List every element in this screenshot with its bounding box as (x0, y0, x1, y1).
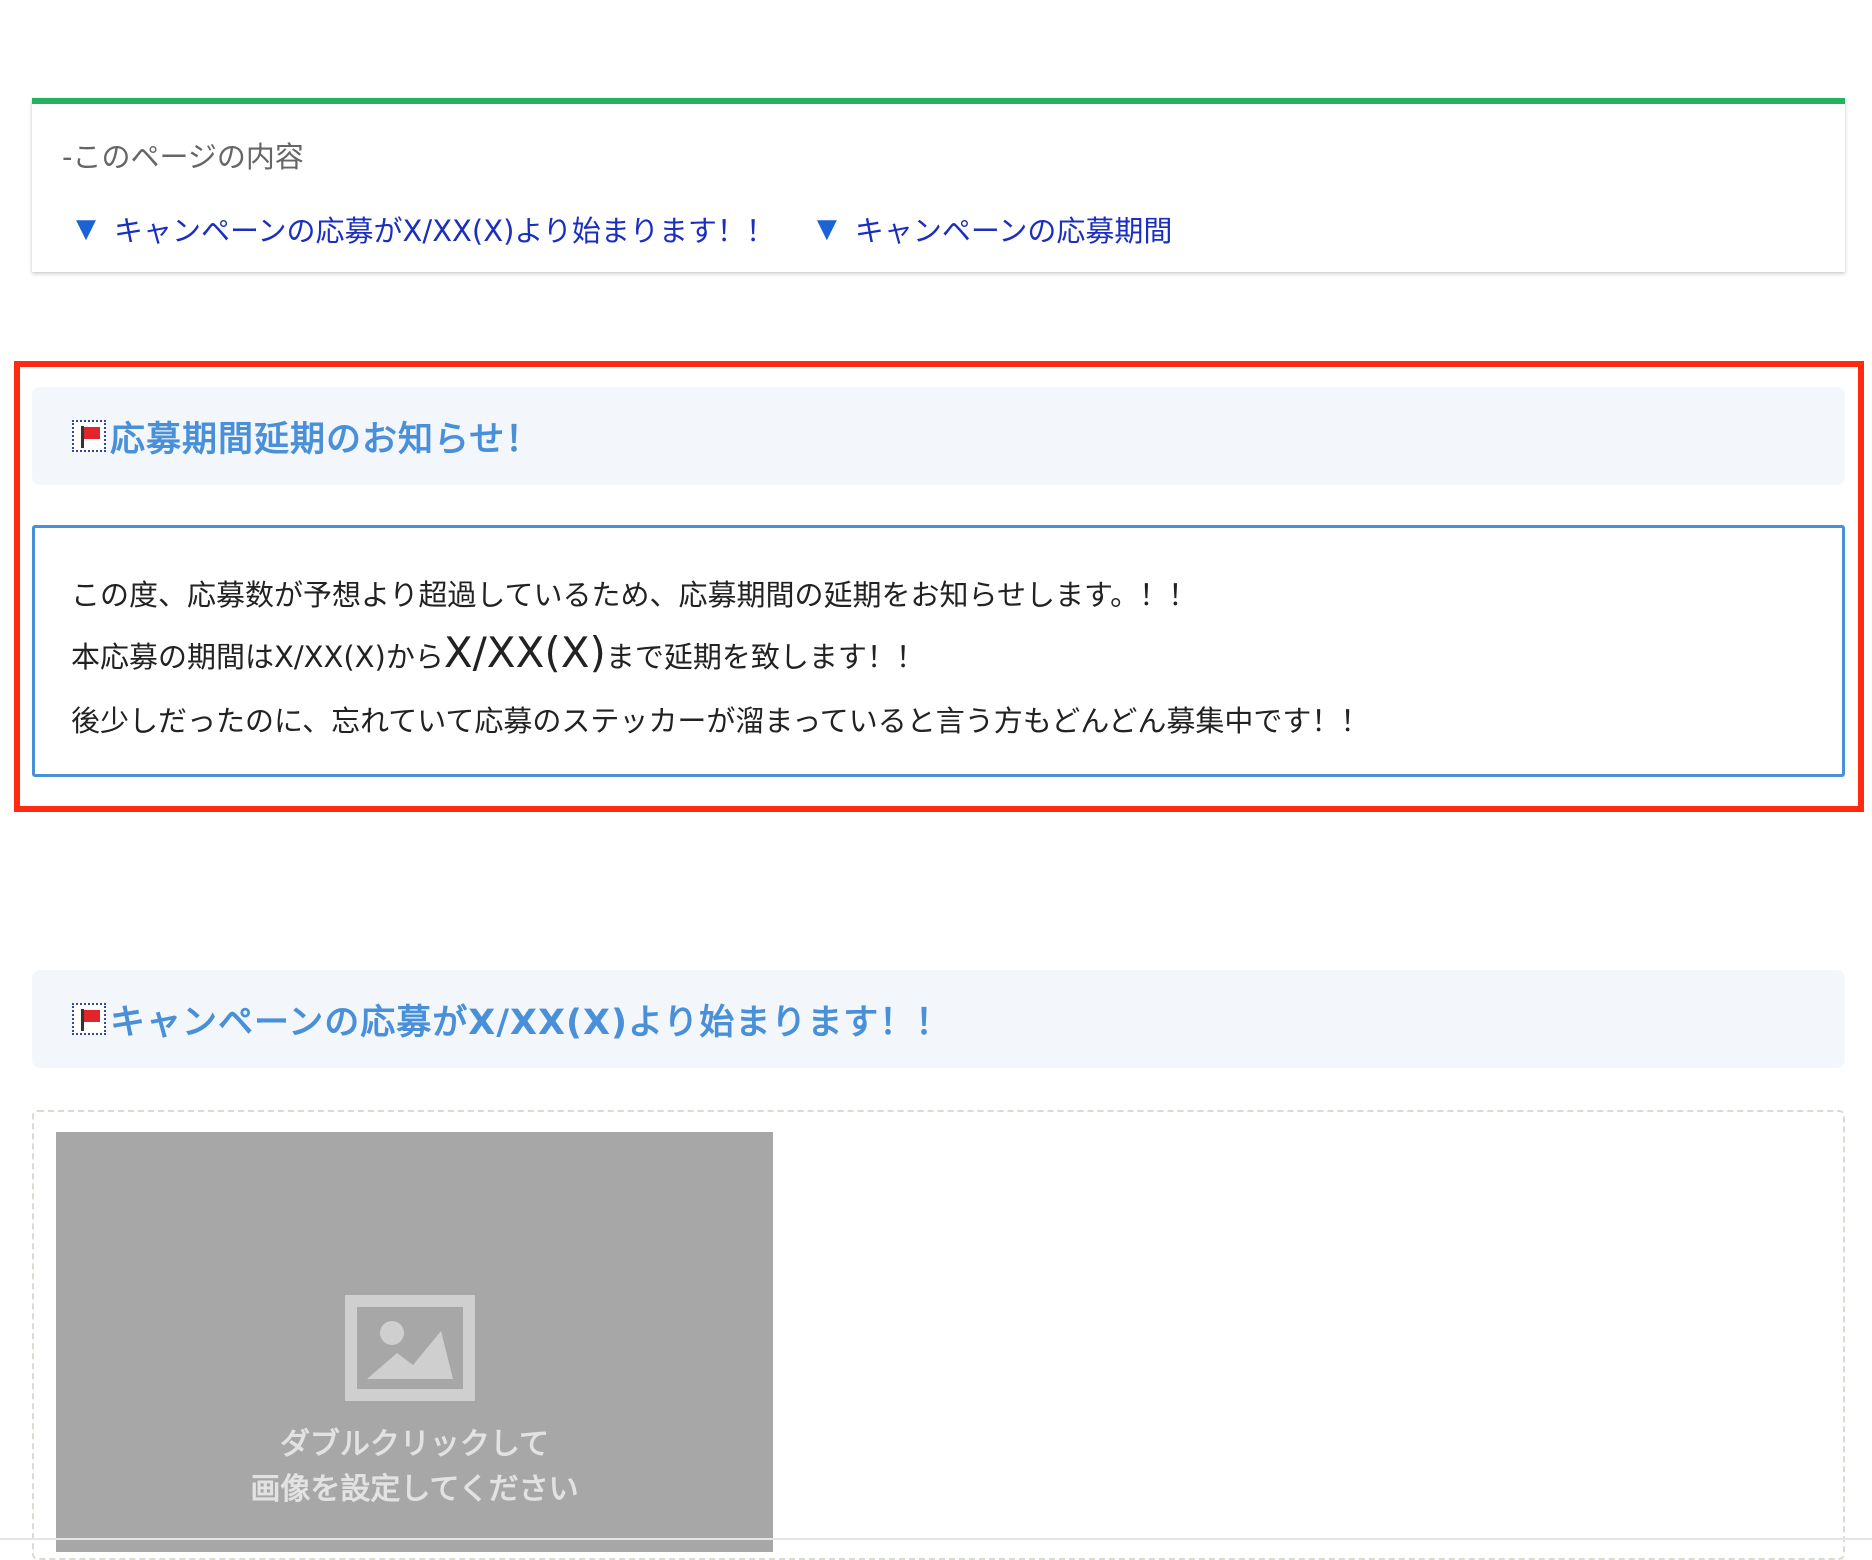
toc-link-label: キャンペーンの応募がX/XX(X)より始まります！！ (114, 214, 775, 248)
flag-icon (72, 420, 106, 452)
table-of-contents: -このページの内容 ▼ キャンペーンの応募がX/XX(X)より始まります！！ ▼… (32, 98, 1845, 272)
campaign-heading-bar: キャンペーンの応募がX/XX(X)より始まります！！ (32, 970, 1845, 1068)
notice-box: この度、応募数が予想より超過しているため、応募期間の延期をお知らせします。！！ … (32, 525, 1845, 777)
toc-link-campaign-period[interactable]: ▼ キャンペーンの応募期間 (817, 208, 1173, 250)
image-icon (345, 1295, 475, 1401)
notice-emphasis-date: X/XX(X) (443, 628, 606, 677)
notice-line-1: この度、応募数が予想より超過しているため、応募期間の延期をお知らせします。！！ (71, 578, 1198, 612)
toc-link-campaign-start[interactable]: ▼ キャンペーンの応募がX/XX(X)より始まります！！ (76, 208, 775, 250)
placeholder-line-2: 画像を設定してください (250, 1472, 579, 1507)
triangle-down-icon: ▼ (76, 214, 96, 244)
notice-line-2: 本応募の期間はX/XX(X)からX/XX(X)まで延期を致します！！ (71, 628, 925, 677)
image-area: ダブルクリックして 画像を設定してください (32, 1110, 1845, 1560)
flag-icon (72, 1003, 106, 1035)
image-placeholder[interactable]: ダブルクリックして 画像を設定してください (56, 1132, 773, 1552)
notice-heading-bar: 応募期間延期のお知らせ！ (32, 387, 1845, 485)
placeholder-line-1: ダブルクリックして (279, 1427, 550, 1462)
bottom-divider (0, 1538, 1872, 1540)
notice-line-3: 後少しだったのに、忘れていて応募のステッカーが溜まっていると言う方もどんどん募集… (71, 704, 1370, 738)
toc-links: ▼ キャンペーンの応募がX/XX(X)より始まります！！ ▼ キャンペーンの応募… (76, 208, 1172, 250)
triangle-down-icon: ▼ (816, 214, 837, 244)
placeholder-text: ダブルクリックして 画像を設定してください (56, 1422, 773, 1512)
toc-link-label: キャンペーンの応募期間 (854, 214, 1173, 248)
notice-heading: 応募期間延期のお知らせ！ (110, 419, 542, 460)
campaign-heading: キャンペーンの応募がX/XX(X)より始まります！！ (110, 1002, 952, 1043)
notice-line-2-suffix: まで延期を致します！！ (605, 640, 925, 674)
notice-line-2-prefix: 本応募の期間はX/XX(X)から (71, 640, 444, 674)
toc-title: -このページの内容 (62, 140, 304, 174)
